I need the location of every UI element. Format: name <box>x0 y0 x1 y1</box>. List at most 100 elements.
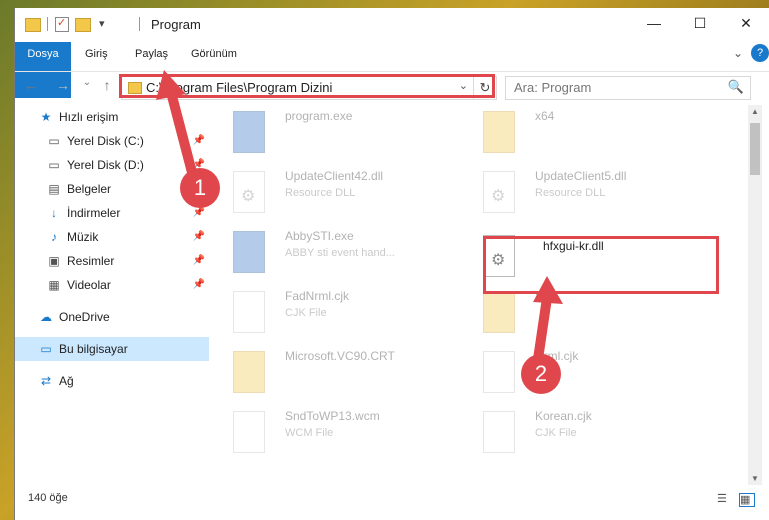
search-icon: 🔍 <box>727 79 744 94</box>
star-icon: ★ <box>40 110 52 124</box>
sidebar-item-label: OneDrive <box>59 310 110 324</box>
recent-locations-button[interactable]: ⌄ <box>77 77 97 88</box>
list-item[interactable]: Korean.cjk CJK File <box>463 405 703 461</box>
close-button[interactable]: ✕ <box>723 8 769 38</box>
folder-icon[interactable] <box>25 18 41 32</box>
folder-icon <box>233 351 265 393</box>
music-icon: ♪ <box>51 230 57 244</box>
minimize-button[interactable]: — <box>631 8 677 38</box>
dll-icon <box>483 171 515 213</box>
list-item[interactable]: Nrml.cjk File <box>463 345 703 401</box>
app-icon <box>233 231 265 273</box>
explorer-window: ▾ Program — ☐ ✕ Dosya Giriş Paylaş Görün… <box>14 8 769 520</box>
sidebar-item-label: Hızlı erişim <box>59 110 119 124</box>
title-bar: ▾ Program — ☐ ✕ <box>15 8 769 38</box>
drive-icon: ▭ <box>48 134 60 148</box>
file-icon <box>233 291 265 333</box>
properties-icon[interactable] <box>55 16 69 32</box>
list-item[interactable]: UpdateClient5.dll Resource DLL <box>463 165 703 221</box>
sidebar-item-music[interactable]: ♪ Müzik 📌 <box>15 225 209 249</box>
file-name: SndToWP13.wcm <box>285 409 380 423</box>
file-name: Korean.cjk <box>535 409 592 423</box>
file-type: Resource DLL <box>535 187 606 199</box>
documents-icon: ▤ <box>48 182 60 196</box>
pin-icon: 📌 <box>192 231 205 242</box>
sidebar-item-label: Belgeler <box>67 182 112 196</box>
navigation-bar: ← → ⌄ ↑ C:\Program Files\Program Dizini … <box>15 71 769 102</box>
sidebar-item-label: Videolar <box>67 278 111 292</box>
list-item[interactable]: SndToWP13.wcm WCM File <box>213 405 453 461</box>
file-icon <box>483 351 515 393</box>
sidebar-item-this-pc[interactable]: ▭ Bu bilgisayar <box>15 337 209 361</box>
file-name: AbbySTI.exe <box>285 229 354 243</box>
file-icon <box>483 411 515 453</box>
sidebar-item-downloads[interactable]: ↓ İndirmeler 📌 <box>15 201 209 225</box>
file-name: UpdateClient5.dll <box>535 169 627 183</box>
folder-icon <box>483 291 515 333</box>
sidebar-item-onedrive[interactable]: ☁ OneDrive <box>15 305 209 329</box>
details-view-icon[interactable]: ☰ <box>717 493 731 505</box>
scroll-down-icon[interactable]: ▼ <box>748 474 762 483</box>
download-icon: ↓ <box>51 206 57 220</box>
tab-share[interactable]: Paylaş <box>123 42 180 66</box>
file-type: WCM File <box>285 427 334 439</box>
list-item[interactable]: FadNrml.cjk CJK File <box>213 285 453 341</box>
list-item[interactable]: Microsoft.VC90.CRT <box>213 345 453 401</box>
cloud-icon: ☁ <box>40 310 52 324</box>
file-name: FadNrml.cjk <box>285 289 350 303</box>
file-name: UpdateClient42.dll <box>285 169 384 183</box>
divider <box>139 17 140 31</box>
forward-button[interactable]: → <box>53 77 73 93</box>
maximize-button[interactable]: ☐ <box>677 8 723 38</box>
sidebar-item-label: Resimler <box>67 254 115 268</box>
sidebar-item-label: Müzik <box>67 230 99 244</box>
step-badge-1: 1 <box>180 168 220 208</box>
back-button[interactable]: ← <box>21 77 41 93</box>
sidebar-item-videos[interactable]: ▦ Videolar 📌 <box>15 273 209 297</box>
customize-toolbar-icon[interactable]: ▾ <box>99 17 105 33</box>
sidebar-item-label: İndirmeler <box>67 206 121 220</box>
search-input[interactable]: Ara: Program 🔍 <box>505 76 751 100</box>
item-count: 140 öğe <box>28 492 68 504</box>
file-name: Microsoft.VC90.CRT <box>285 349 395 363</box>
videos-icon: ▦ <box>48 278 60 292</box>
dll-icon <box>233 171 265 213</box>
divider <box>47 17 48 31</box>
tab-view[interactable]: Görünüm <box>179 42 249 66</box>
list-item[interactable]: AbbySTI.exe ABBY sti event hand... <box>213 225 453 281</box>
ribbon-tabs: Dosya Giriş Paylaş Görünüm ⌄ ? <box>15 42 769 98</box>
list-item[interactable]: UpdateClient42.dll Resource DLL <box>213 165 453 221</box>
folder-icon <box>483 111 515 153</box>
file-type: Resource DLL <box>285 187 356 199</box>
file-icon <box>233 411 265 453</box>
app-icon <box>233 111 265 153</box>
tab-home[interactable]: Giriş <box>73 42 120 66</box>
sidebar-item-label: Yerel Disk (D:) <box>67 158 144 172</box>
expand-ribbon-icon[interactable]: ⌄ <box>733 46 743 60</box>
help-icon[interactable]: ? <box>751 44 769 62</box>
list-item[interactable]: x64 <box>463 105 703 161</box>
file-name: x64 <box>535 109 555 123</box>
scroll-up-icon[interactable]: ▲ <box>748 107 762 116</box>
step-badge-2: 2 <box>521 354 561 394</box>
new-folder-icon[interactable] <box>75 18 91 32</box>
window-title: Program <box>151 17 201 32</box>
scroll-thumb[interactable] <box>750 123 760 175</box>
file-name: program.exe <box>285 109 353 123</box>
sidebar-item-label: Yerel Disk (C:) <box>67 134 144 148</box>
vertical-scrollbar[interactable]: ▲ ▼ <box>748 105 762 485</box>
file-list: program.exe x64 UpdateClient42.dll Resou… <box>213 105 743 485</box>
up-button[interactable]: ↑ <box>97 77 117 93</box>
list-item[interactable]: program.exe <box>213 105 453 161</box>
computer-icon: ▭ <box>40 342 52 356</box>
pin-icon: 📌 <box>192 255 205 266</box>
sidebar-item-network[interactable]: ⇄ Ağ <box>15 369 209 393</box>
tiles-view-icon[interactable]: ▦ <box>739 493 755 507</box>
sidebar-item-label: Ağ <box>59 374 74 388</box>
pictures-icon: ▣ <box>48 254 60 268</box>
sidebar-item-pictures[interactable]: ▣ Resimler 📌 <box>15 249 209 273</box>
file-type: CJK File <box>535 427 577 439</box>
file-type: CJK File <box>285 307 327 319</box>
drive-icon: ▭ <box>48 158 60 172</box>
network-icon: ⇄ <box>40 374 52 388</box>
